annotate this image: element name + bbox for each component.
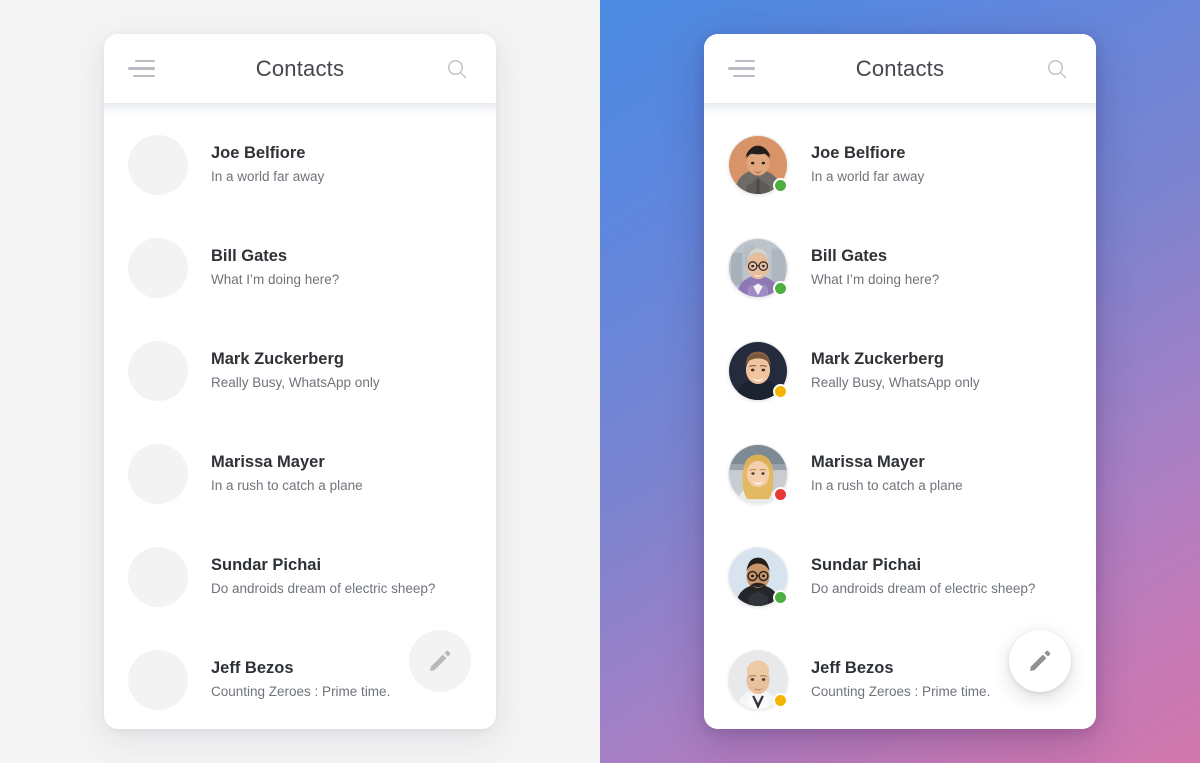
contact-status: What I’m doing here? (811, 272, 940, 288)
compose-fab[interactable] (1009, 630, 1071, 692)
app-bar: Contacts (704, 34, 1096, 103)
list-item[interactable]: Bill Gates What I’m doing here? (704, 216, 1096, 319)
avatar (728, 649, 788, 710)
status-badge (773, 383, 788, 399)
compose-fab[interactable] (409, 630, 471, 692)
avatar (728, 237, 788, 298)
hamburger-menu-icon[interactable] (728, 56, 758, 82)
contact-name: Bill Gates (211, 247, 288, 265)
contact-status: Really Busy, WhatsApp only (211, 375, 380, 391)
phone-card-plain: Contacts Joe Belfiore In a world far awa… (104, 34, 496, 729)
list-item[interactable]: Mark Zuckerberg Really Busy, WhatsApp on… (104, 319, 496, 422)
list-item[interactable]: Joe Belfiore In a world far away (104, 113, 496, 216)
panel-gradient: Contacts Joe Belfiore In a world far awa… (600, 0, 1200, 763)
list-item-text: Sundar Pichai Do androids dream of elect… (811, 555, 1035, 598)
avatar (728, 546, 788, 607)
contact-status: Do androids dream of electric sheep? (811, 581, 1036, 597)
contact-status: Counting Zeroes : Prime time. (811, 684, 991, 700)
list-item-text: Mark Zuckerberg Really Busy, WhatsApp on… (811, 349, 980, 392)
avatar (128, 237, 188, 298)
contact-status: Really Busy, WhatsApp only (811, 375, 980, 391)
list-item-text: Mark Zuckerberg Really Busy, WhatsApp on… (211, 349, 380, 392)
contact-status: Do androids dream of electric sheep? (211, 581, 436, 597)
contact-status: In a rush to catch a plane (811, 478, 963, 494)
avatar (128, 340, 188, 401)
avatar (728, 443, 788, 504)
phone-card-photos: Contacts Joe Belfiore In a world far awa… (704, 34, 1096, 729)
contact-name: Sundar Pichai (211, 556, 322, 574)
avatar (128, 134, 188, 195)
list-item-text: Joe Belfiore In a world far away (211, 143, 324, 186)
page-title: Contacts (855, 55, 945, 81)
contact-name: Mark Zuckerberg (811, 350, 944, 368)
list-item[interactable]: Marissa Mayer In a rush to catch a plane (104, 422, 496, 525)
list-item[interactable]: Marissa Mayer In a rush to catch a plane (704, 422, 1096, 525)
list-item-text: Bill Gates What I’m doing here? (211, 246, 339, 289)
contact-status: Counting Zeroes : Prime time. (211, 684, 391, 700)
list-item[interactable]: Sundar Pichai Do androids dream of elect… (104, 525, 496, 628)
status-badge (773, 692, 788, 708)
list-item-text: Sundar Pichai Do androids dream of elect… (211, 555, 435, 598)
list-item[interactable]: Sundar Pichai Do androids dream of elect… (704, 525, 1096, 628)
contact-name: Joe Belfiore (811, 144, 906, 162)
list-item[interactable]: Joe Belfiore In a world far away (704, 113, 1096, 216)
contact-name: Joe Belfiore (211, 144, 306, 162)
list-item-text: Marissa Mayer In a rush to catch a plane (811, 452, 963, 495)
contact-name: Jeff Bezos (211, 659, 294, 677)
avatar (728, 134, 788, 195)
pencil-edit-icon (1030, 650, 1051, 671)
status-badge (773, 486, 788, 502)
contact-status: In a world far away (811, 169, 925, 185)
list-item-text: Marissa Mayer In a rush to catch a plane (211, 452, 363, 495)
panel-plain: Contacts Joe Belfiore In a world far awa… (0, 0, 600, 763)
status-badge (773, 280, 788, 296)
hamburger-menu-icon[interactable] (128, 56, 158, 82)
list-item-text: Jeff Bezos Counting Zeroes : Prime time. (811, 658, 990, 701)
contact-status: In a world far away (211, 169, 325, 185)
list-item-text: Jeff Bezos Counting Zeroes : Prime time. (211, 658, 390, 701)
avatar (128, 443, 188, 504)
page-title: Contacts (255, 55, 345, 81)
contact-name: Mark Zuckerberg (211, 350, 344, 368)
contact-name: Bill Gates (811, 247, 888, 265)
contact-name: Marissa Mayer (811, 453, 925, 471)
contact-name: Marissa Mayer (211, 453, 325, 471)
list-item[interactable]: Bill Gates What I’m doing here? (104, 216, 496, 319)
contact-name: Sundar Pichai (811, 556, 922, 574)
list-item[interactable]: Mark Zuckerberg Really Busy, WhatsApp on… (704, 319, 1096, 422)
search-icon[interactable] (1042, 54, 1072, 84)
list-item-text: Joe Belfiore In a world far away (811, 143, 924, 186)
contact-status: What I’m doing here? (211, 272, 340, 288)
avatar (128, 649, 188, 710)
pencil-edit-icon (430, 650, 451, 671)
avatar (728, 340, 788, 401)
status-badge (773, 177, 788, 193)
app-bar: Contacts (104, 34, 496, 103)
avatar (128, 546, 188, 607)
list-item-text: Bill Gates What I’m doing here? (811, 246, 939, 289)
status-badge (773, 589, 788, 605)
search-icon[interactable] (442, 54, 472, 84)
contact-status: In a rush to catch a plane (211, 478, 363, 494)
contact-name: Jeff Bezos (811, 659, 894, 677)
screenshot-root: Contacts Joe Belfiore In a world far awa… (0, 0, 1200, 763)
